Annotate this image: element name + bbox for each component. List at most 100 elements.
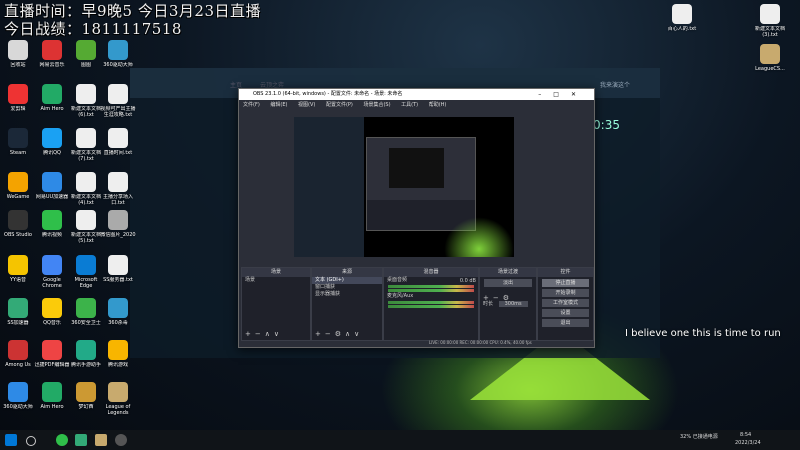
studio-mode-button[interactable]: 工作室模式 bbox=[542, 299, 589, 307]
source-tools[interactable]: +−⚙∧∨ bbox=[315, 330, 363, 338]
desktop-icon[interactable]: WeGame bbox=[0, 172, 36, 206]
start-recording-button[interactable]: 开始录制 bbox=[542, 289, 589, 297]
battery-status[interactable]: 32% 已接通电源 bbox=[680, 433, 718, 440]
desktop-icon[interactable]: Aim Hero bbox=[34, 382, 70, 416]
desktop-icon[interactable]: 新建文本文档(3).txt bbox=[752, 4, 788, 38]
desktop-icon[interactable]: YY语音 bbox=[0, 255, 36, 289]
desktop-icon[interactable]: 新建文本文档(6).txt bbox=[68, 84, 104, 118]
transition-tools[interactable]: +−⚙ bbox=[483, 294, 513, 302]
desktop-icon[interactable]: LeagueCS... bbox=[752, 44, 788, 78]
taskbar-app-icon[interactable] bbox=[75, 434, 87, 446]
transition-select[interactable]: 淡出 bbox=[484, 279, 532, 287]
league-taskbar-icon[interactable] bbox=[95, 434, 107, 446]
source-item[interactable]: 窗口捕获 bbox=[312, 284, 382, 291]
scene-tools[interactable]: +−∧∨ bbox=[245, 330, 283, 338]
menu-help[interactable]: 帮助(H) bbox=[429, 102, 447, 108]
up-icon[interactable]: ∧ bbox=[345, 330, 354, 338]
menu-file[interactable]: 文件(F) bbox=[243, 102, 260, 108]
app-icon bbox=[108, 255, 128, 275]
window-controls[interactable]: –□✕ bbox=[538, 89, 588, 100]
obs-preview-canvas[interactable] bbox=[294, 117, 514, 257]
obs-window[interactable]: OBS 23.1.0 (64-bit, windows) - 配置文件: 未命名… bbox=[238, 88, 595, 348]
desktop-icon[interactable]: 回收站 bbox=[0, 40, 36, 74]
desktop-icon-label: YY语音 bbox=[9, 277, 27, 283]
desktop-icon[interactable]: 360驱动大师 bbox=[0, 382, 36, 416]
down-icon[interactable]: ∨ bbox=[274, 330, 283, 338]
desktop-icon[interactable]: 360驱动大师 bbox=[100, 40, 136, 74]
desktop-icon[interactable]: OBS Studio bbox=[0, 210, 36, 244]
add-icon[interactable]: + bbox=[245, 330, 255, 338]
desktop-icon[interactable]: 微信图片_2020 bbox=[100, 210, 136, 244]
source-item[interactable]: 文本 (GDI+) bbox=[312, 277, 382, 284]
desktop-icon[interactable]: 腾讯QQ bbox=[34, 128, 70, 162]
stop-streaming-button[interactable]: 停止直播 bbox=[542, 279, 589, 287]
desktop-icon[interactable]: 网易UU加速器 bbox=[34, 172, 70, 206]
scene-item[interactable]: 场景 bbox=[242, 277, 310, 284]
add-icon[interactable]: + bbox=[315, 330, 325, 338]
desktop-icon[interactable]: Steam bbox=[0, 128, 36, 162]
desktop-icon-label: 视频可产出主播生涯攻略.txt bbox=[100, 106, 136, 118]
desktop-icon[interactable]: 新建文本文档(5).txt bbox=[68, 210, 104, 244]
desktop-icon[interactable]: 爱剪辑 bbox=[0, 84, 36, 118]
desktop-icon[interactable]: 直播时间.txt bbox=[100, 128, 136, 162]
remove-icon[interactable]: − bbox=[493, 294, 503, 302]
settings-button[interactable]: 设置 bbox=[542, 309, 589, 317]
close-icon[interactable]: ✕ bbox=[571, 91, 588, 98]
desktop-icon[interactable]: League of Legends bbox=[100, 382, 136, 416]
app-icon bbox=[76, 40, 96, 60]
app-icon bbox=[76, 340, 96, 360]
desktop-icon[interactable]: 百心人的.txt bbox=[664, 4, 700, 38]
windows-start-icon[interactable] bbox=[5, 434, 17, 446]
maximize-icon[interactable]: □ bbox=[553, 91, 571, 98]
desktop-icon[interactable]: QQ音乐 bbox=[34, 298, 70, 332]
desktop-icon[interactable]: 网易云音乐 bbox=[34, 40, 70, 74]
volume-slider[interactable] bbox=[388, 289, 474, 292]
overlay-record-text: 今日战绩：1811117518 bbox=[4, 20, 182, 38]
desktop-icon[interactable]: 新建文本文档(7).txt bbox=[68, 128, 104, 162]
remove-icon[interactable]: − bbox=[325, 330, 335, 338]
desktop-icon[interactable]: Aim Hero bbox=[34, 84, 70, 118]
desktop-icon-label: 百心人的.txt bbox=[667, 26, 697, 32]
desktop-icon[interactable]: SS加速器 bbox=[0, 298, 36, 332]
obs-taskbar-icon[interactable] bbox=[115, 434, 127, 446]
desktop-icon[interactable]: 主播分享场入口.txt bbox=[100, 172, 136, 206]
desktop-icon[interactable]: 360杀毒 bbox=[100, 298, 136, 332]
menu-view[interactable]: 视图(V) bbox=[298, 102, 315, 108]
add-icon[interactable]: + bbox=[483, 294, 493, 302]
desktop-icon[interactable]: 梦幻西 bbox=[68, 382, 104, 416]
desktop-icon[interactable]: Microsoft Edge bbox=[68, 255, 104, 289]
down-icon[interactable]: ∨ bbox=[354, 330, 363, 338]
desktop-icon[interactable]: Among Us bbox=[0, 340, 36, 374]
exit-button[interactable]: 退出 bbox=[542, 319, 589, 327]
menu-scene-collection[interactable]: 场景集合(S) bbox=[363, 102, 390, 108]
desktop-icon[interactable]: 图图 bbox=[68, 40, 104, 74]
desktop-icon[interactable]: 腾讯游戏 bbox=[100, 340, 136, 374]
minimize-icon[interactable]: – bbox=[538, 91, 553, 98]
up-icon[interactable]: ∧ bbox=[265, 330, 274, 338]
desktop-icon[interactable]: Google Chrome bbox=[34, 255, 70, 289]
volume-slider[interactable] bbox=[388, 305, 474, 308]
desktop-icon[interactable]: SS服务器.txt bbox=[100, 255, 136, 289]
desktop-icon[interactable]: 新建文本文档(4).txt bbox=[68, 172, 104, 206]
gear-icon[interactable]: ⚙ bbox=[503, 294, 513, 302]
desktop-icon-label: 迅捷PDF编辑器 bbox=[34, 362, 70, 368]
app-icon bbox=[760, 4, 780, 24]
gear-icon[interactable]: ⚙ bbox=[335, 330, 345, 338]
menu-edit[interactable]: 编辑(E) bbox=[270, 102, 287, 108]
source-item[interactable]: 显示器捕获 bbox=[312, 291, 382, 298]
desktop-icon[interactable]: 腾讯手游助手 bbox=[68, 340, 104, 374]
taskbar-time[interactable]: 8:54 bbox=[740, 432, 751, 438]
menu-profile[interactable]: 配置文件(P) bbox=[326, 102, 353, 108]
menu-tools[interactable]: 工具(T) bbox=[401, 102, 418, 108]
taskbar-app-icon[interactable] bbox=[56, 434, 68, 446]
remove-icon[interactable]: − bbox=[255, 330, 265, 338]
desktop-icon-label: 腾讯游戏 bbox=[107, 362, 128, 368]
taskbar-date[interactable]: 2022/3/24 bbox=[735, 440, 761, 446]
desktop-icon[interactable]: 360安全卫士 bbox=[68, 298, 104, 332]
desktop-icon-label: League of Legends bbox=[105, 404, 131, 416]
obs-status-bar: LIVE: 00:00:00 REC: 00:00:00 CPU: 0.4%, … bbox=[429, 340, 532, 345]
desktop-icon[interactable]: 腾讯视频 bbox=[34, 210, 70, 244]
desktop-icon[interactable]: 迅捷PDF编辑器 bbox=[34, 340, 70, 374]
search-icon[interactable] bbox=[26, 436, 36, 446]
desktop-icon[interactable]: 视频可产出主播生涯攻略.txt bbox=[100, 84, 136, 118]
